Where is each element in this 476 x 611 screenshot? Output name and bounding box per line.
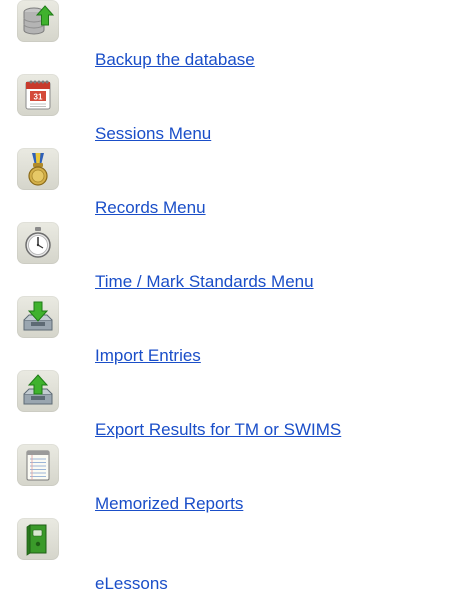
menu-entry-memorized-reports: Memorized Reports bbox=[0, 444, 476, 518]
medal-icon[interactable] bbox=[17, 148, 59, 190]
records-menu-link[interactable]: Records Menu bbox=[95, 198, 206, 218]
svg-text:31: 31 bbox=[34, 93, 43, 102]
menu-entry-backup: Backup the database bbox=[0, 0, 476, 74]
menu-link-list: Backup the database 31 Sessions Menu Rec… bbox=[0, 0, 476, 611]
export-tray-icon[interactable] bbox=[17, 370, 59, 412]
calendar-icon[interactable]: 31 bbox=[17, 74, 59, 116]
backup-database-link[interactable]: Backup the database bbox=[95, 50, 255, 70]
stopwatch-icon[interactable] bbox=[17, 222, 59, 264]
menu-entry-sessions: 31 Sessions Menu bbox=[0, 74, 476, 148]
sessions-menu-link[interactable]: Sessions Menu bbox=[95, 124, 211, 144]
database-upload-icon[interactable] bbox=[17, 0, 59, 42]
menu-entry-import: Import Entries bbox=[0, 296, 476, 370]
menu-entry-standards: Time / Mark Standards Menu bbox=[0, 222, 476, 296]
menu-entry-export: Export Results for TM or SWIMS bbox=[0, 370, 476, 444]
memorized-reports-link[interactable]: Memorized Reports bbox=[95, 494, 243, 514]
menu-entry-records: Records Menu bbox=[0, 148, 476, 222]
export-results-link[interactable]: Export Results for TM or SWIMS bbox=[95, 420, 341, 440]
time-mark-standards-link[interactable]: Time / Mark Standards Menu bbox=[95, 272, 314, 292]
elessons-link[interactable]: eLessons bbox=[95, 574, 168, 594]
notepad-icon[interactable] bbox=[17, 444, 59, 486]
import-tray-icon[interactable] bbox=[17, 296, 59, 338]
import-entries-link[interactable]: Import Entries bbox=[95, 346, 201, 366]
menu-entry-elessons: eLessons bbox=[0, 518, 476, 594]
green-binder-icon[interactable] bbox=[17, 518, 59, 560]
